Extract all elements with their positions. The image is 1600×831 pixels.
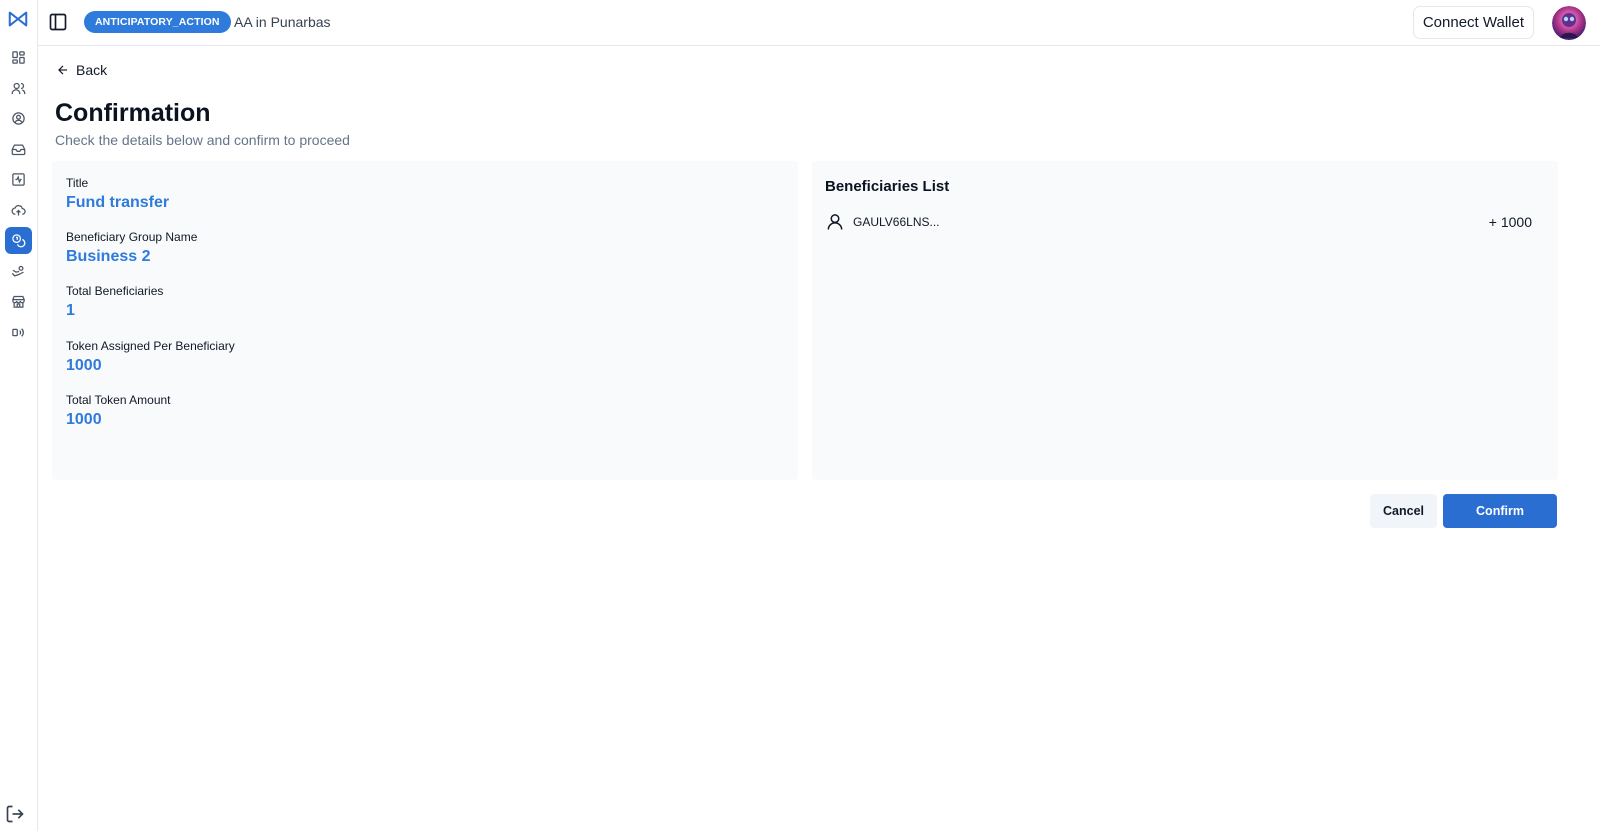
- field-label: Total Beneficiaries: [66, 284, 164, 298]
- sidebar-item-users[interactable]: [5, 75, 32, 102]
- field-value: 1: [66, 302, 75, 319]
- store-icon: [12, 295, 25, 308]
- sidebar-item-coins[interactable]: [5, 227, 32, 254]
- sidebar-item-vendors[interactable]: [5, 288, 32, 315]
- back-link[interactable]: Back: [56, 62, 107, 78]
- panel-left-icon: [49, 13, 67, 31]
- arrow-left-icon: [58, 65, 68, 75]
- back-label: Back: [76, 62, 108, 78]
- user-circle-icon: [12, 112, 25, 125]
- sidebar-item-communications[interactable]: [5, 319, 32, 346]
- sidebar-item-inbox[interactable]: [5, 136, 32, 163]
- project-name: AA in Punarbas: [234, 14, 331, 30]
- cloud-upload-icon: [11, 204, 26, 216]
- sidebar-toggle-button[interactable]: [48, 12, 68, 32]
- sidebar-item-activity[interactable]: [5, 166, 32, 193]
- confirm-button[interactable]: Confirm: [1443, 494, 1557, 528]
- field-label: Total Token Amount: [66, 393, 171, 407]
- sidebar-item-upload[interactable]: [5, 197, 32, 224]
- broadcast-icon: [12, 328, 24, 337]
- field-label: Beneficiary Group Name: [66, 230, 198, 244]
- sidebar-item-dashboard[interactable]: [5, 44, 32, 71]
- users-icon: [11, 82, 26, 95]
- field-value: 1000: [66, 357, 102, 374]
- coins-icon: [12, 234, 26, 248]
- cancel-button[interactable]: Cancel: [1370, 494, 1437, 528]
- details-card: Title Fund transfer Beneficiary Group Na…: [52, 161, 798, 480]
- field-label: Title: [66, 176, 89, 190]
- user-icon: [827, 214, 843, 230]
- beneficiaries-list-title: Beneficiaries List: [825, 178, 950, 195]
- hand-coins-icon: [11, 265, 24, 277]
- field-value: 1000: [66, 411, 102, 428]
- field-token-per-beneficiary: Token Assigned Per Beneficiary 1000: [66, 339, 235, 375]
- main-content: Back Confirmation Check the details belo…: [38, 46, 1600, 831]
- page-title: Confirmation: [55, 99, 211, 127]
- avatar[interactable]: [1552, 6, 1586, 40]
- list-item: GAULV66LNS... + 1000: [825, 212, 1532, 232]
- connect-wallet-button[interactable]: Connect Wallet: [1412, 6, 1534, 39]
- dashboard-icon: [12, 51, 25, 64]
- sidebar: [0, 0, 38, 831]
- beneficiary-id: GAULV66LNS...: [853, 215, 940, 229]
- field-value: Fund transfer: [66, 194, 170, 211]
- project-type-badge: ANTICIPATORY_ACTION: [84, 11, 231, 33]
- activity-icon: [12, 173, 25, 186]
- field-total-beneficiaries: Total Beneficiaries 1: [66, 284, 163, 320]
- page-subtitle: Check the details below and confirm to p…: [55, 132, 350, 148]
- sidebar-item-profile[interactable]: [5, 105, 32, 132]
- field-title: Title Fund transfer: [66, 176, 169, 212]
- field-value: Business 2: [66, 248, 151, 265]
- logout-icon: [6, 805, 24, 823]
- top-header: ANTICIPATORY_ACTION AA in Punarbas Conne…: [38, 0, 1600, 46]
- inbox-icon: [11, 144, 26, 156]
- field-label: Token Assigned Per Beneficiary: [66, 339, 235, 353]
- field-group-name: Beneficiary Group Name Business 2: [66, 230, 197, 266]
- logout-button[interactable]: [5, 804, 27, 826]
- app-logo-icon[interactable]: [7, 8, 29, 30]
- beneficiary-amount: + 1000: [1488, 214, 1532, 230]
- sidebar-item-payouts[interactable]: [5, 258, 32, 285]
- field-total-token-amount: Total Token Amount 1000: [66, 393, 171, 429]
- beneficiaries-card: Beneficiaries List GAULV66LNS... + 1000: [812, 161, 1558, 480]
